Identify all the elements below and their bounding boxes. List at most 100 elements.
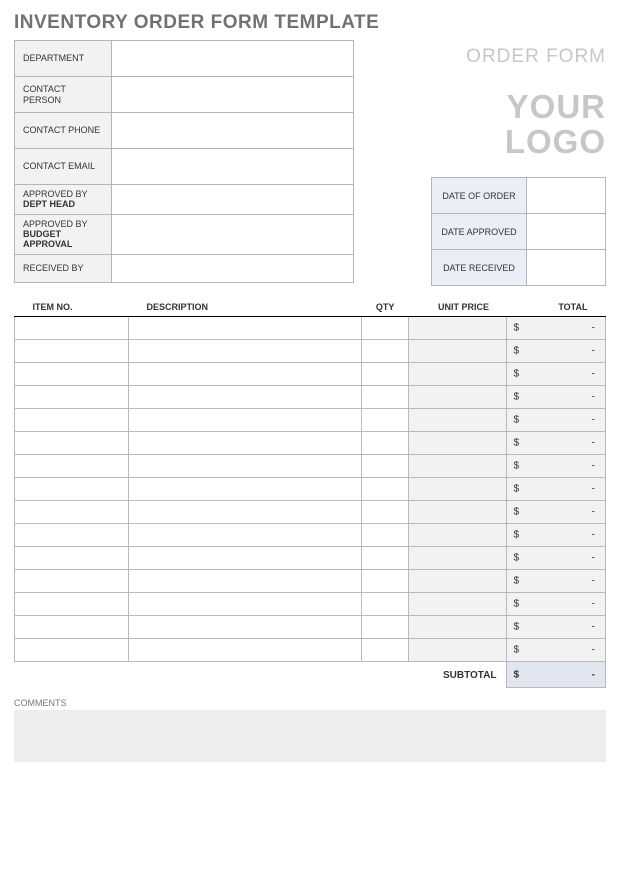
cell-item-no[interactable]: [15, 432, 129, 455]
cell-unit-price[interactable]: [408, 340, 507, 363]
cell-unit-price[interactable]: [408, 570, 507, 593]
cell-qty[interactable]: [362, 593, 409, 616]
cell-item-no[interactable]: [15, 340, 129, 363]
col-header-description: DESCRIPTION: [129, 298, 362, 317]
cell-unit-price[interactable]: [408, 317, 507, 340]
cell-qty[interactable]: [362, 478, 409, 501]
info-row-approved-dept-head: APPROVED BYDEPT HEAD: [15, 185, 354, 215]
cell-qty[interactable]: [362, 409, 409, 432]
cell-total: $-: [507, 478, 606, 501]
cell-item-no[interactable]: [15, 570, 129, 593]
cell-item-no[interactable]: [15, 386, 129, 409]
cell-description[interactable]: [129, 501, 362, 524]
cell-unit-price[interactable]: [408, 501, 507, 524]
cell-qty[interactable]: [362, 570, 409, 593]
cell-unit-price[interactable]: [408, 432, 507, 455]
cell-item-no[interactable]: [15, 524, 129, 547]
cell-unit-price[interactable]: [408, 593, 507, 616]
info-label: APPROVED BYDEPT HEAD: [15, 185, 112, 215]
cell-description[interactable]: [129, 478, 362, 501]
cell-total: $-: [507, 409, 606, 432]
info-row-contact-person: CONTACT PERSON: [15, 77, 354, 113]
cell-item-no[interactable]: [15, 616, 129, 639]
cell-description[interactable]: [129, 386, 362, 409]
cell-unit-price[interactable]: [408, 478, 507, 501]
cell-qty[interactable]: [362, 317, 409, 340]
cell-unit-price[interactable]: [408, 616, 507, 639]
cell-item-no[interactable]: [15, 501, 129, 524]
cell-total: $-: [507, 639, 606, 662]
cell-qty[interactable]: [362, 455, 409, 478]
table-row: $-: [15, 639, 606, 662]
cell-qty[interactable]: [362, 547, 409, 570]
info-input-approved-dept-head[interactable]: [112, 185, 354, 215]
cell-unit-price[interactable]: [408, 547, 507, 570]
cell-total: $-: [507, 340, 606, 363]
date-label: DATE RECEIVED: [432, 250, 527, 286]
date-input-received[interactable]: [527, 250, 606, 286]
cell-qty[interactable]: [362, 340, 409, 363]
comments-input[interactable]: [14, 710, 606, 762]
cell-description[interactable]: [129, 570, 362, 593]
cell-item-no[interactable]: [15, 363, 129, 386]
date-row-received: DATE RECEIVED: [432, 250, 606, 286]
info-input-approved-budget[interactable]: [112, 214, 354, 254]
cell-description[interactable]: [129, 593, 362, 616]
items-table: ITEM NO. DESCRIPTION QTY UNIT PRICE TOTA…: [14, 298, 606, 688]
info-row-received-by: RECEIVED BY: [15, 254, 354, 282]
col-header-total: TOTAL: [507, 298, 606, 317]
cell-qty[interactable]: [362, 432, 409, 455]
cell-item-no[interactable]: [15, 317, 129, 340]
cell-unit-price[interactable]: [408, 524, 507, 547]
cell-unit-price[interactable]: [408, 409, 507, 432]
cell-description[interactable]: [129, 616, 362, 639]
cell-description[interactable]: [129, 524, 362, 547]
date-input-order[interactable]: [527, 178, 606, 214]
items-header-row: ITEM NO. DESCRIPTION QTY UNIT PRICE TOTA…: [15, 298, 606, 317]
cell-item-no[interactable]: [15, 639, 129, 662]
cell-description[interactable]: [129, 432, 362, 455]
cell-unit-price[interactable]: [408, 386, 507, 409]
date-label: DATE OF ORDER: [432, 178, 527, 214]
cell-qty[interactable]: [362, 386, 409, 409]
table-row: $-: [15, 478, 606, 501]
cell-unit-price[interactable]: [408, 639, 507, 662]
date-input-approved[interactable]: [527, 214, 606, 250]
col-header-item: ITEM NO.: [15, 298, 129, 317]
right-column: ORDER FORM YOURLOGO DATE OF ORDER DATE A…: [386, 40, 606, 286]
info-input-received-by[interactable]: [112, 254, 354, 282]
cell-item-no[interactable]: [15, 409, 129, 432]
cell-description[interactable]: [129, 409, 362, 432]
cell-description[interactable]: [129, 547, 362, 570]
cell-qty[interactable]: [362, 616, 409, 639]
info-input-contact-email[interactable]: [112, 149, 354, 185]
table-row: $-: [15, 547, 606, 570]
info-input-contact-phone[interactable]: [112, 113, 354, 149]
cell-description[interactable]: [129, 317, 362, 340]
cell-item-no[interactable]: [15, 547, 129, 570]
date-label: DATE APPROVED: [432, 214, 527, 250]
cell-item-no[interactable]: [15, 455, 129, 478]
cell-unit-price[interactable]: [408, 363, 507, 386]
cell-description[interactable]: [129, 363, 362, 386]
col-header-qty: QTY: [362, 298, 409, 317]
cell-item-no[interactable]: [15, 478, 129, 501]
cell-total: $-: [507, 432, 606, 455]
info-input-contact-person[interactable]: [112, 77, 354, 113]
info-row-approved-budget: APPROVED BYBUDGET APPROVAL: [15, 214, 354, 254]
info-row-contact-phone: CONTACT PHONE: [15, 113, 354, 149]
cell-qty[interactable]: [362, 363, 409, 386]
table-row: $-: [15, 363, 606, 386]
cell-item-no[interactable]: [15, 593, 129, 616]
cell-qty[interactable]: [362, 639, 409, 662]
cell-description[interactable]: [129, 340, 362, 363]
cell-qty[interactable]: [362, 501, 409, 524]
cell-description[interactable]: [129, 639, 362, 662]
cell-description[interactable]: [129, 455, 362, 478]
cell-qty[interactable]: [362, 524, 409, 547]
subtotal-label: SUBTOTAL: [15, 662, 507, 688]
cell-unit-price[interactable]: [408, 455, 507, 478]
info-input-department[interactable]: [112, 41, 354, 77]
table-row: $-: [15, 386, 606, 409]
info-row-contact-email: CONTACT EMAIL: [15, 149, 354, 185]
